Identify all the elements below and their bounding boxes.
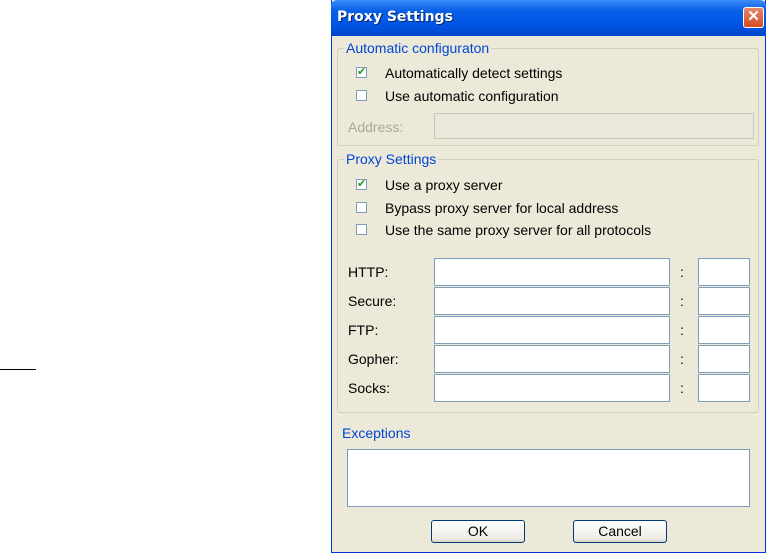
auto-detect-checkbox[interactable]: ✔ — [356, 67, 367, 78]
use-proxy-label: Use a proxy server — [385, 177, 503, 193]
cancel-button[interactable]: Cancel — [573, 520, 667, 543]
ftp-colon: : — [680, 322, 684, 338]
proxy-settings-legend: Proxy Settings — [344, 151, 439, 167]
title-bar[interactable]: Proxy Settings ✕ — [331, 0, 766, 36]
gopher-port-input[interactable] — [698, 345, 750, 373]
exceptions-label: Exceptions — [342, 425, 411, 441]
http-colon: : — [680, 264, 684, 280]
bypass-local-checkbox[interactable] — [356, 202, 367, 213]
socks-colon: : — [680, 380, 684, 396]
http-port-input[interactable] — [698, 258, 750, 286]
use-auto-config-checkbox[interactable] — [356, 90, 367, 101]
gopher-host-input[interactable] — [434, 345, 670, 373]
socks-label: Socks: — [348, 380, 391, 396]
http-label: HTTP: — [348, 264, 389, 280]
automatic-configuration-group: Automatic configuraton ✔ Automatically d… — [337, 40, 759, 146]
ok-button[interactable]: OK — [431, 520, 525, 543]
address-input[interactable] — [434, 113, 754, 139]
socks-host-input[interactable] — [434, 374, 670, 402]
ftp-port-input[interactable] — [698, 316, 750, 344]
use-proxy-checkbox[interactable]: ✔ — [356, 179, 367, 190]
http-host-input[interactable] — [434, 258, 670, 286]
ftp-host-input[interactable] — [434, 316, 670, 344]
same-proxy-checkbox[interactable] — [356, 224, 367, 235]
automatic-configuration-legend: Automatic configuraton — [344, 40, 492, 56]
bypass-local-label: Bypass proxy server for local address — [385, 200, 619, 216]
address-label: Address: — [348, 119, 404, 135]
ftp-label: FTP: — [348, 322, 379, 338]
window-title: Proxy Settings — [337, 9, 453, 25]
close-icon: ✕ — [747, 8, 760, 25]
close-button[interactable]: ✕ — [743, 7, 764, 28]
gopher-colon: : — [680, 351, 684, 367]
secure-host-input[interactable] — [434, 287, 670, 315]
secure-port-input[interactable] — [698, 287, 750, 315]
proxy-settings-group: Proxy Settings ✔ Use a proxy server Bypa… — [337, 151, 759, 413]
gopher-label: Gopher: — [348, 351, 399, 367]
exceptions-textarea[interactable] — [347, 449, 750, 507]
use-auto-config-label: Use automatic configuration — [385, 88, 559, 104]
same-proxy-label: Use the same proxy server for all protoc… — [385, 222, 652, 238]
secure-colon: : — [680, 293, 684, 309]
stray-underline — [0, 369, 36, 370]
socks-port-input[interactable] — [698, 374, 750, 402]
auto-detect-label: Automatically detect settings — [385, 65, 563, 81]
secure-label: Secure: — [348, 293, 397, 309]
proxy-settings-dialog: Proxy Settings ✕ Automatic configuraton … — [331, 0, 766, 553]
